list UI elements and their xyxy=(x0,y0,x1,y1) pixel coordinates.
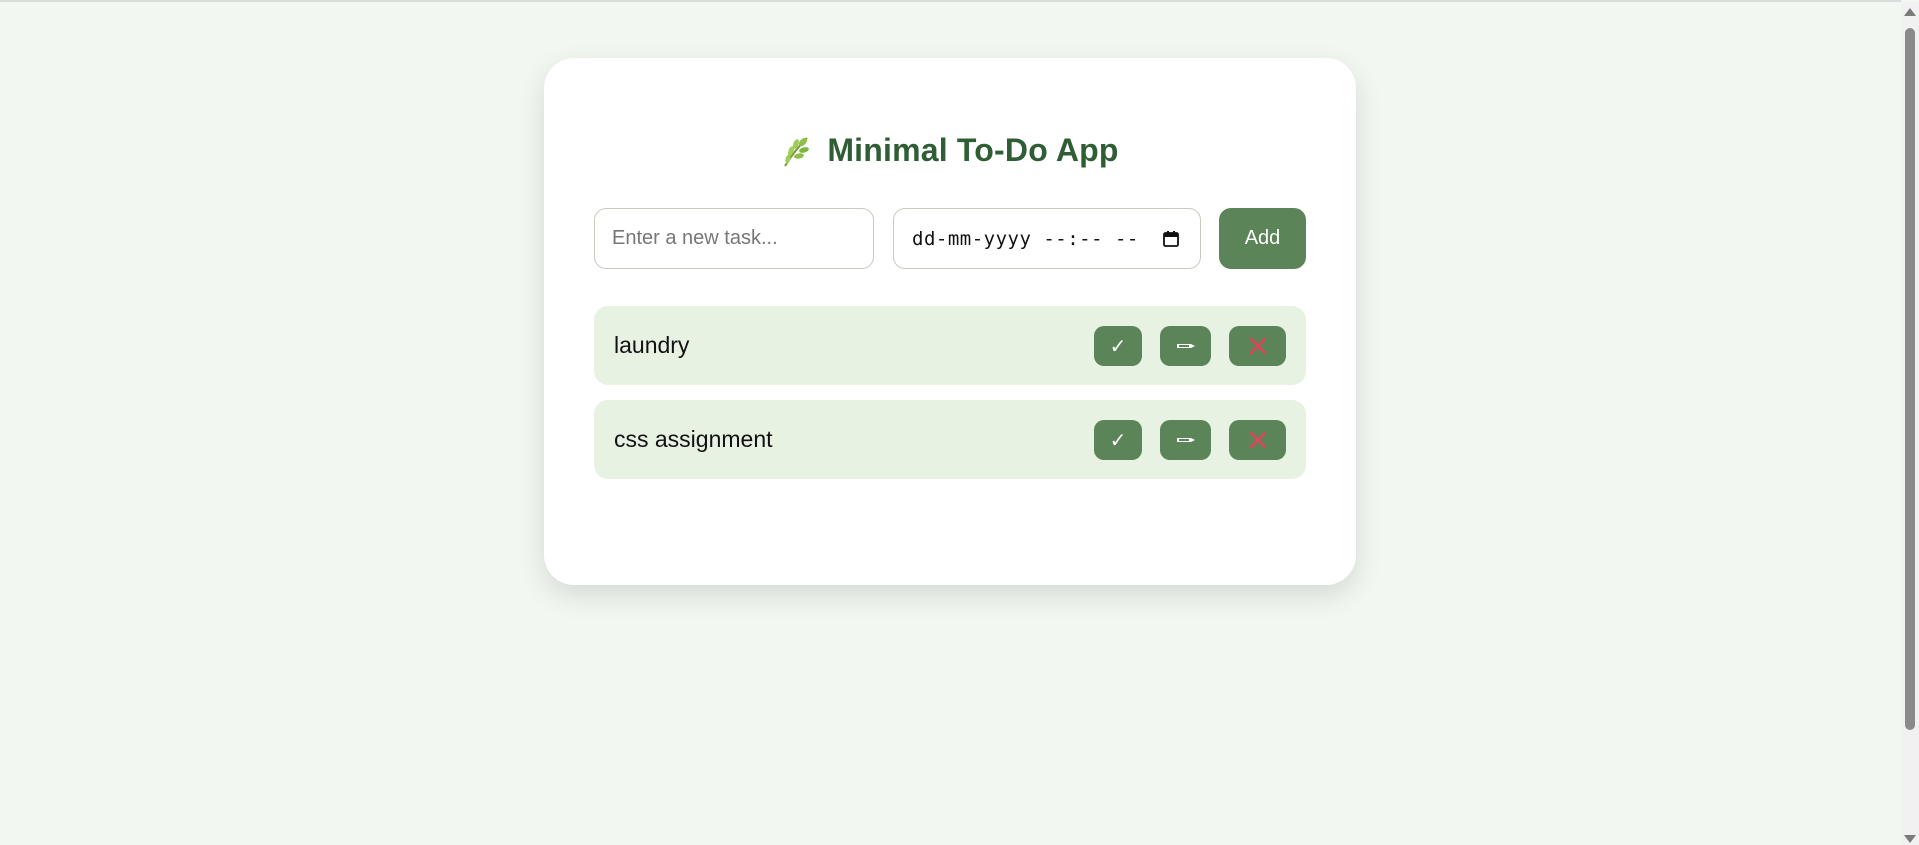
edit-icon xyxy=(1176,344,1195,348)
scroll-down-arrow-icon[interactable] xyxy=(1904,835,1916,843)
add-button[interactable]: Add xyxy=(1219,208,1306,269)
title-row: Minimal To-Do App xyxy=(544,132,1356,169)
delete-button[interactable] xyxy=(1229,326,1286,366)
task-label: css assignment xyxy=(614,426,773,452)
close-icon xyxy=(1249,337,1266,355)
complete-button[interactable]: ✓ xyxy=(1094,420,1142,460)
scrollbar-thumb[interactable] xyxy=(1905,28,1915,730)
checkmark-icon: ✓ xyxy=(1109,335,1127,358)
task-input[interactable] xyxy=(594,208,874,269)
complete-button[interactable]: ✓ xyxy=(1094,326,1142,366)
window-top-border xyxy=(0,0,1901,2)
scroll-up-arrow-icon[interactable] xyxy=(1904,8,1916,16)
leaf-icon xyxy=(784,136,810,167)
close-icon xyxy=(1249,431,1266,449)
datetime-input[interactable]: dd-mm-yyyy --:-- -- xyxy=(893,208,1201,269)
calendar-icon[interactable] xyxy=(1162,230,1180,248)
task-item: css assignment ✓ xyxy=(594,400,1306,479)
delete-button[interactable] xyxy=(1229,420,1286,460)
vertical-scrollbar[interactable] xyxy=(1901,2,1919,845)
task-label: laundry xyxy=(614,332,690,358)
edit-button[interactable] xyxy=(1160,420,1211,460)
edit-icon xyxy=(1176,438,1195,442)
datetime-placeholder: dd-mm-yyyy --:-- -- xyxy=(912,227,1139,250)
page-title: Minimal To-Do App xyxy=(827,132,1119,168)
checkmark-icon: ✓ xyxy=(1109,429,1127,452)
edit-button[interactable] xyxy=(1160,326,1211,366)
task-item: laundry ✓ xyxy=(594,306,1306,385)
